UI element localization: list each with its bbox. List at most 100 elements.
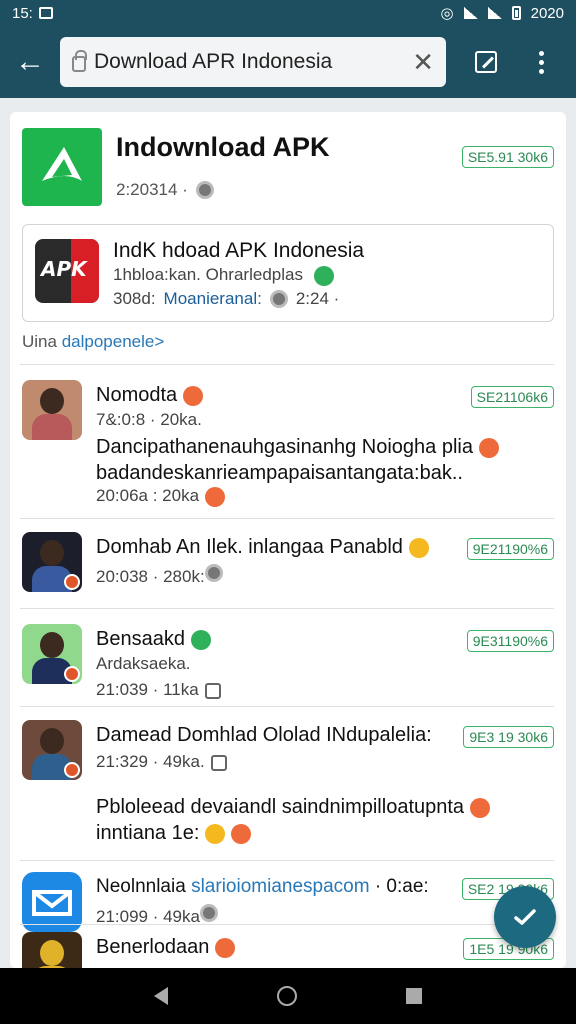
post-author-name: Benerlodaan xyxy=(96,936,210,958)
more-menu-icon[interactable] xyxy=(516,26,566,98)
app-title: Indownload APK xyxy=(116,132,330,162)
post-subtitle: Ardaksaeka. xyxy=(96,654,191,673)
more-link[interactable]: dalpopenele> xyxy=(62,332,165,351)
post-extra: · 0:ae: xyxy=(374,876,429,897)
featured-subtitle-text: 1hbloa:kan. Ohrarledplas xyxy=(113,265,303,284)
emoji-icon xyxy=(183,385,204,406)
system-nav-bar xyxy=(0,968,576,1024)
signal-icon-2 xyxy=(487,7,502,19)
post-time: 7&:0:8 · 20ka. xyxy=(96,410,202,429)
post-author: Benerlodaan xyxy=(96,936,236,959)
post-badge: 9E3 19 30k6 xyxy=(463,726,554,748)
divider xyxy=(20,706,554,707)
wifi-icon: ◎ xyxy=(440,5,454,22)
emoji-icon xyxy=(215,937,236,958)
post-author-name: Domhab An Ilek. inlangaa Panabld xyxy=(96,536,403,558)
battery-icon xyxy=(511,6,521,20)
nav-back-icon[interactable] xyxy=(154,987,169,1005)
post-meta: 21:039 · 11ka xyxy=(96,680,221,700)
featured-meta-right: 2:24 · xyxy=(295,289,340,308)
url-text[interactable]: Download APR Indonesia xyxy=(94,50,404,74)
apk-logo-text: APK xyxy=(41,257,87,281)
app-meta: 2:20314 · xyxy=(116,180,214,200)
featured-meta-link[interactable]: Moanieranal: xyxy=(164,289,262,309)
divider xyxy=(20,518,554,519)
post-body-text: Dancipathanenauhgasinanhg Noiogha plia xyxy=(96,436,473,458)
share-icon xyxy=(204,682,221,699)
post-author: Bensaakd xyxy=(96,628,211,651)
status-time: 15: xyxy=(12,4,33,22)
post-meta-text: 20:038 · 280k: xyxy=(96,567,205,586)
featured-title: IndK hdoad APK Indonesia xyxy=(113,239,365,262)
app-header: Indownload APK 2:20314 · SE5.91 30k6 xyxy=(22,128,554,208)
post-badge: 9E31190%6 xyxy=(466,630,554,652)
check-icon xyxy=(514,909,536,925)
status-bar: 15: ◎ 2020 xyxy=(0,0,576,26)
emoji-icon xyxy=(470,797,491,818)
more-prefix: Uina xyxy=(22,332,57,351)
app-logo-icon xyxy=(22,128,102,206)
post-meta-text: 21:039 · 11ka xyxy=(96,680,199,699)
featured-card[interactable]: APK IndK hdoad APK Indonesia 1hbloa:kan.… xyxy=(22,224,554,322)
post-body-line-2: badandeskanrieampapaisantangata:bak.. xyxy=(96,462,463,484)
post-meta: 20:06a : 20ka xyxy=(96,486,226,507)
more-link-row: Uina dalpopenele> xyxy=(22,332,164,352)
clock-icon xyxy=(204,564,223,582)
lightning-icon xyxy=(231,823,252,844)
content-card: Indownload APK 2:20314 · SE5.91 30k6 APK… xyxy=(10,112,566,968)
post-body-line-2: inntiana 1e: xyxy=(96,820,252,846)
edit-button[interactable] xyxy=(456,26,516,98)
featured-meta-left: 308d: xyxy=(113,289,156,308)
post-author: Neolnnlaia slarioiomianespacom · 0:ae: xyxy=(96,876,429,898)
back-arrow-icon[interactable]: ← xyxy=(0,26,60,98)
post-meta-text: 21:329 · 49ka. xyxy=(96,752,205,771)
emoji-icon xyxy=(408,537,429,558)
rating-badge: SE5.91 30k6 xyxy=(461,146,554,168)
emoji-icon xyxy=(205,823,226,844)
avatar xyxy=(22,380,82,440)
apk-logo-icon: APK xyxy=(35,239,99,303)
bookmark-icon xyxy=(210,754,227,771)
post-author-name: Nomodta xyxy=(96,384,178,406)
post-meta: 20:038 · 280k: xyxy=(96,564,223,587)
signal-icon xyxy=(463,7,478,19)
post-badge: 9E21190%6 xyxy=(466,538,554,560)
nav-recents-icon[interactable] xyxy=(405,988,422,1004)
divider xyxy=(20,924,554,925)
post-body-line-1: Pbloleead devaiandl saindnimpilloatupnta xyxy=(96,794,491,820)
compose-button[interactable] xyxy=(494,886,556,948)
mail-app-icon xyxy=(22,872,82,932)
app-meta-text: 2:20314 · xyxy=(116,180,188,199)
nav-home-icon[interactable] xyxy=(276,986,297,1006)
divider xyxy=(20,860,554,861)
post-item[interactable]: Nomodta 7&:0:8 · 20ka. Dancipathanenauhg… xyxy=(22,380,554,510)
post-body-line-1: Dancipathanenauhgasinanhg Noiogha plia xyxy=(96,434,499,460)
emoji-icon xyxy=(205,486,226,507)
post-author: Nomodta xyxy=(96,384,204,407)
avatar xyxy=(22,624,82,684)
post-author-name: Bensaakd xyxy=(96,628,185,650)
post-item[interactable]: Neolnnlaia slarioiomianespacom · 0:ae: 2… xyxy=(22,872,554,936)
globe-icon xyxy=(195,181,214,199)
settings-icon xyxy=(199,904,218,922)
post-item[interactable]: Benerlodaan 1E5 19 90k6 xyxy=(22,932,554,968)
url-bar[interactable]: Download APR Indonesia ✕ xyxy=(60,37,446,87)
post-author: Damead Domhlad Ololad INdupalelia: xyxy=(96,724,432,746)
post-link[interactable]: slarioiomianespacom xyxy=(191,876,369,897)
close-icon[interactable]: ✕ xyxy=(412,47,434,78)
post-item[interactable]: Damead Domhlad Ololad INdupalelia: 21:32… xyxy=(22,720,554,860)
emoji-icon xyxy=(478,437,499,458)
notification-icon xyxy=(38,7,53,19)
post-item[interactable]: Domhab An Ilek. inlangaa Panabld 20:038 … xyxy=(22,532,554,602)
post-body-text: Pbloleead devaiandl saindnimpilloatupnta xyxy=(96,796,465,818)
post-meta: 21:329 · 49ka. xyxy=(96,752,227,772)
post-item[interactable]: Bensaakd Ardaksaeka. 21:039 · 11ka 9E311… xyxy=(22,624,554,704)
avatar xyxy=(22,932,82,968)
avatar xyxy=(22,532,82,592)
edit-icon xyxy=(475,51,497,73)
browser-toolbar: ← Download APR Indonesia ✕ xyxy=(0,26,576,98)
post-meta-text: 20:06a : 20ka xyxy=(96,486,200,505)
featured-subtitle: 1hbloa:kan. Ohrarledplas xyxy=(113,265,334,286)
clock-icon xyxy=(269,290,288,308)
status-clock: 2020 xyxy=(530,4,564,22)
